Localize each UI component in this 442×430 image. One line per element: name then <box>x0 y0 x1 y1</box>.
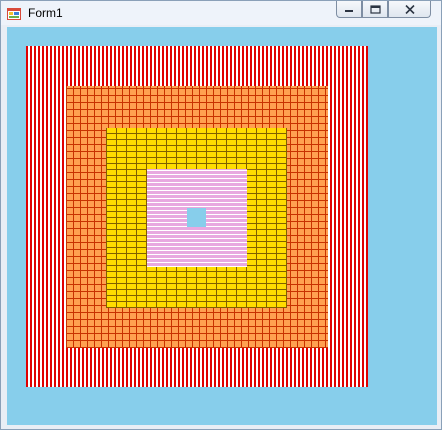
minimize-icon <box>345 10 353 12</box>
window-title: Form1 <box>28 6 63 20</box>
close-icon <box>404 4 415 14</box>
app-icon <box>7 8 21 20</box>
title-bar[interactable]: Form1 <box>1 1 441 25</box>
form-client-area <box>7 27 437 425</box>
maximize-button[interactable] <box>362 1 388 18</box>
minimize-button[interactable] <box>336 1 362 18</box>
center-blue-square <box>187 208 206 227</box>
app-window: Form1 <box>0 0 442 430</box>
maximize-icon <box>369 4 381 14</box>
close-button[interactable] <box>388 1 431 18</box>
